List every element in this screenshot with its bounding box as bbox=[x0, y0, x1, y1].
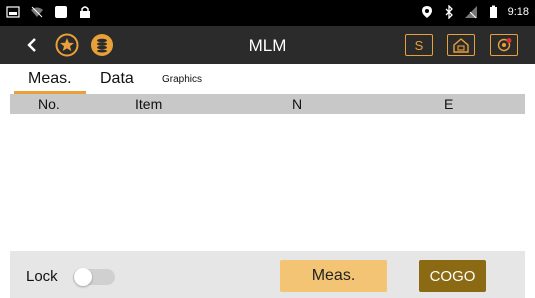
cogo-button[interactable]: COGO bbox=[419, 260, 486, 292]
status-bar: 9:18 bbox=[0, 0, 535, 26]
image-icon bbox=[6, 6, 20, 18]
lock-icon bbox=[80, 6, 90, 18]
tab-bar: Meas. Data Graphics bbox=[0, 64, 535, 94]
tab-data[interactable]: Data bbox=[100, 70, 134, 88]
s-button-label: S bbox=[414, 37, 424, 53]
battery-icon bbox=[489, 5, 497, 18]
wifi-off-icon bbox=[31, 6, 43, 18]
status-time: 9:18 bbox=[507, 6, 529, 18]
coins-icon[interactable] bbox=[90, 33, 114, 57]
column-header-no[interactable]: No. bbox=[38, 96, 60, 112]
app-bar: MLM S bbox=[0, 26, 535, 64]
status-left-icons bbox=[6, 5, 92, 19]
star-icon[interactable] bbox=[55, 33, 79, 57]
no-signal-icon bbox=[464, 6, 477, 19]
column-header-item[interactable]: Item bbox=[135, 96, 162, 112]
lock-toggle-knob bbox=[74, 268, 92, 286]
table-body[interactable] bbox=[10, 114, 525, 251]
meas-button[interactable]: Meas. bbox=[280, 260, 387, 292]
table-header: No. Item N E bbox=[10, 94, 525, 114]
status-right-icons: 9:18 bbox=[420, 5, 529, 19]
column-header-e[interactable]: E bbox=[444, 96, 453, 112]
s-button[interactable]: S bbox=[405, 34, 433, 56]
home-setup-button[interactable] bbox=[447, 34, 475, 56]
back-icon[interactable] bbox=[22, 34, 44, 56]
target-icon bbox=[497, 38, 512, 52]
bluetooth-icon bbox=[445, 5, 453, 19]
lock-toggle[interactable] bbox=[73, 268, 115, 286]
target-button[interactable] bbox=[490, 34, 518, 56]
bottom-bar: Lock Meas. COGO bbox=[10, 251, 525, 298]
tab-meas[interactable]: Meas. bbox=[28, 70, 72, 88]
column-header-n[interactable]: N bbox=[292, 96, 302, 112]
lock-label: Lock bbox=[26, 268, 58, 285]
location-icon bbox=[421, 6, 432, 18]
square-icon bbox=[55, 6, 67, 18]
tab-graphics[interactable]: Graphics bbox=[162, 74, 202, 85]
home-setup-icon bbox=[453, 38, 469, 53]
